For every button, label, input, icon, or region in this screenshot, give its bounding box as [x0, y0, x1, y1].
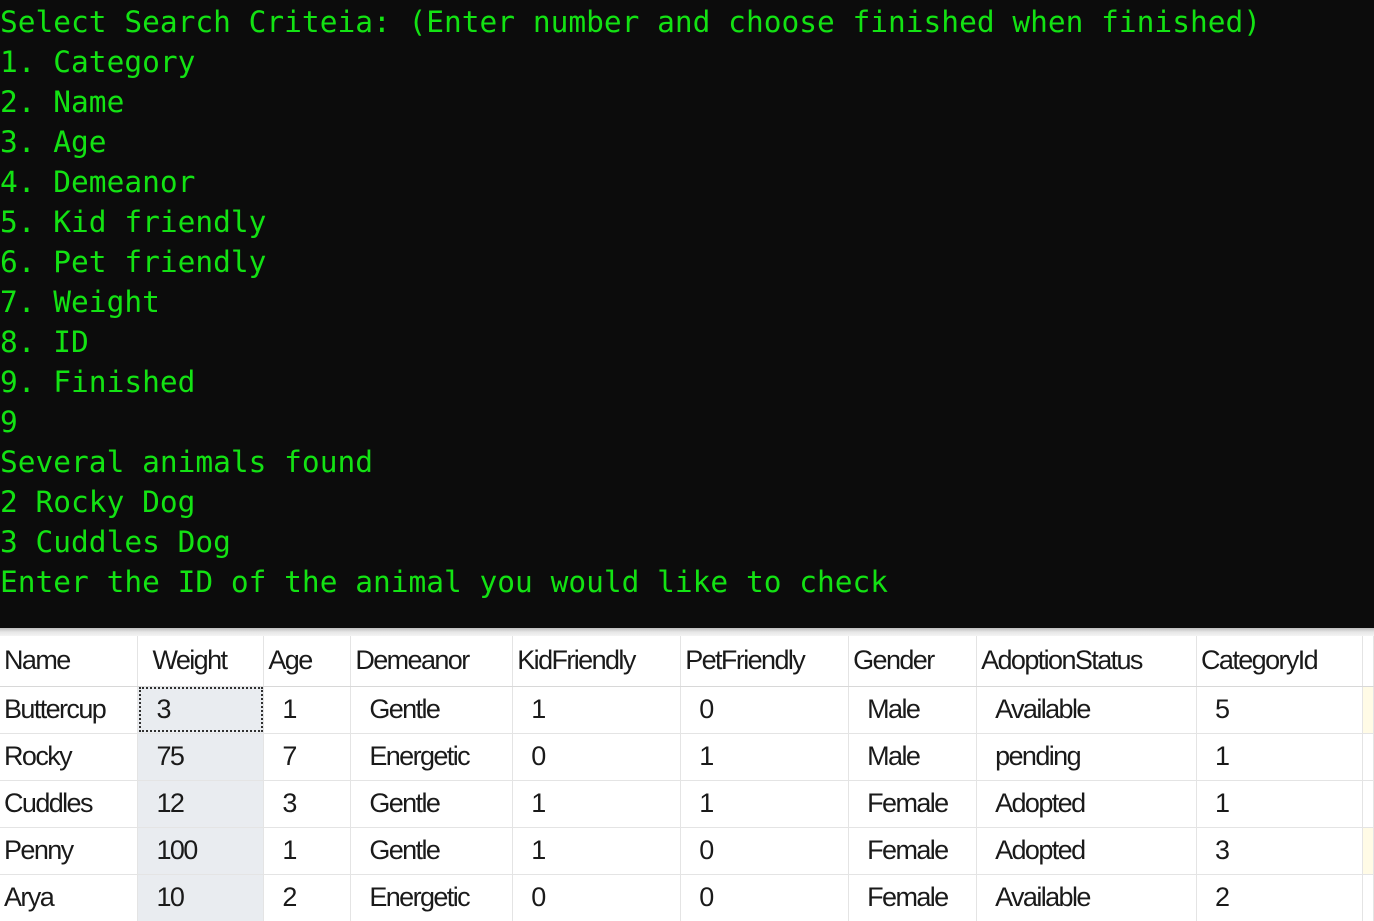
cell-pet-friendly[interactable]: 0 — [680, 827, 850, 875]
cell-category-id[interactable]: 1 — [1196, 733, 1363, 781]
console-line-prompt-header: Select Search Criteia: (Enter number and… — [0, 5, 1261, 39]
cell-weight[interactable]: 10 — [137, 874, 265, 921]
row-edge — [1362, 874, 1374, 921]
row-edge — [1362, 780, 1374, 828]
cell-pet-friendly[interactable]: 0 — [680, 874, 850, 921]
table-row[interactable]: Cuddles 12 3 Gentle 1 1 Female Adopted 1 — [0, 780, 1374, 828]
row-edge — [1362, 827, 1374, 875]
cell-age[interactable]: 1 — [263, 686, 352, 734]
cell-adoption-status[interactable]: Available — [976, 874, 1198, 921]
cell-pet-friendly[interactable]: 1 — [680, 733, 850, 781]
cell-age[interactable]: 2 — [263, 874, 352, 921]
cell-adoption-status[interactable]: pending — [976, 733, 1198, 781]
console-window: Select Search Criteia: (Enter number and… — [0, 0, 1374, 628]
cell-kid-friendly[interactable]: 0 — [512, 874, 682, 921]
cell-category-id[interactable]: 2 — [1196, 874, 1363, 921]
console-line-result-summary: Several animals found — [0, 445, 373, 479]
cell-kid-friendly[interactable]: 1 — [512, 827, 682, 875]
cell-gender[interactable]: Female — [848, 827, 978, 875]
column-header-weight[interactable]: Weight — [137, 636, 265, 687]
table-row[interactable]: Penny 100 1 Gentle 1 0 Female Adopted 3 — [0, 827, 1374, 875]
console-line-result-rocky: 2 Rocky Dog — [0, 485, 196, 519]
cell-demeanor[interactable]: Gentle — [350, 827, 514, 875]
results-grid: Name Weight Age Demeanor KidFriendly Pet… — [0, 636, 1374, 921]
column-header-adoption-status[interactable]: AdoptionStatus — [976, 636, 1198, 687]
table-row[interactable]: Rocky 75 7 Energetic 0 1 Male pending 1 — [0, 733, 1374, 781]
animals-table: Name Weight Age Demeanor KidFriendly Pet… — [0, 636, 1374, 921]
row-edge — [1362, 733, 1374, 781]
cell-weight-selected[interactable]: 3 — [137, 686, 265, 734]
cell-demeanor[interactable]: Energetic — [350, 733, 514, 781]
cell-name[interactable]: Penny — [0, 827, 139, 875]
cell-demeanor[interactable]: Energetic — [350, 874, 514, 921]
cell-age[interactable]: 7 — [263, 733, 352, 781]
header-edge — [1362, 636, 1374, 687]
table-row[interactable]: Buttercup 3 1 Gentle 1 0 Male Available … — [0, 686, 1374, 734]
pane-separator[interactable] — [0, 628, 1374, 636]
cell-category-id[interactable]: 5 — [1196, 686, 1363, 734]
console-line-option-finished: 9. Finished — [0, 365, 196, 399]
cell-name[interactable]: Buttercup — [0, 686, 139, 734]
cell-name[interactable]: Rocky — [0, 733, 139, 781]
cell-category-id[interactable]: 3 — [1196, 827, 1363, 875]
cell-adoption-status[interactable]: Adopted — [976, 827, 1198, 875]
console-line-option-kid-friendly: 5. Kid friendly — [0, 205, 267, 239]
console-line-option-age: 3. Age — [0, 125, 107, 159]
table-header-row: Name Weight Age Demeanor KidFriendly Pet… — [0, 636, 1374, 687]
cell-kid-friendly[interactable]: 1 — [512, 780, 682, 828]
column-header-gender[interactable]: Gender — [848, 636, 978, 687]
cell-category-id[interactable]: 1 — [1196, 780, 1363, 828]
console-line-option-name: 2. Name — [0, 85, 125, 119]
cell-adoption-status[interactable]: Available — [976, 686, 1198, 734]
cell-weight[interactable]: 100 — [137, 827, 265, 875]
cell-pet-friendly[interactable]: 1 — [680, 780, 850, 828]
cell-age[interactable]: 1 — [263, 827, 352, 875]
cell-demeanor[interactable]: Gentle — [350, 780, 514, 828]
console-line-id-prompt[interactable]: Enter the ID of the animal you would lik… — [0, 562, 1374, 602]
console-line-option-weight: 7. Weight — [0, 285, 160, 319]
cell-gender[interactable]: Male — [848, 686, 978, 734]
console-line-option-id: 8. ID — [0, 325, 89, 359]
cell-kid-friendly[interactable]: 0 — [512, 733, 682, 781]
table-row[interactable]: Arya 10 2 Energetic 0 0 Female Available… — [0, 874, 1374, 921]
cell-adoption-status[interactable]: Adopted — [976, 780, 1198, 828]
cell-name[interactable]: Arya — [0, 874, 139, 921]
column-header-category-id[interactable]: CategoryId — [1196, 636, 1363, 687]
cell-gender[interactable]: Female — [848, 874, 978, 921]
column-header-name[interactable]: Name — [0, 636, 139, 687]
cell-gender[interactable]: Male — [848, 733, 978, 781]
cell-weight[interactable]: 12 — [137, 780, 265, 828]
cell-weight[interactable]: 75 — [137, 733, 265, 781]
column-header-demeanor[interactable]: Demeanor — [350, 636, 514, 687]
column-header-kid-friendly[interactable]: KidFriendly — [512, 636, 682, 687]
console-line-result-cuddles: 3 Cuddles Dog — [0, 525, 231, 559]
console-line-option-demeanor: 4. Demeanor — [0, 165, 196, 199]
row-edge — [1362, 686, 1374, 734]
console-line-user-input: 9 — [0, 405, 18, 439]
console-line-option-category: 1. Category — [0, 45, 196, 79]
cell-name[interactable]: Cuddles — [0, 780, 139, 828]
cell-kid-friendly[interactable]: 1 — [512, 686, 682, 734]
column-header-pet-friendly[interactable]: PetFriendly — [680, 636, 850, 687]
console-line-option-pet-friendly: 6. Pet friendly — [0, 245, 267, 279]
cell-pet-friendly[interactable]: 0 — [680, 686, 850, 734]
cell-age[interactable]: 3 — [263, 780, 352, 828]
cell-demeanor[interactable]: Gentle — [350, 686, 514, 734]
column-header-age[interactable]: Age — [263, 636, 352, 687]
cell-gender[interactable]: Female — [848, 780, 978, 828]
